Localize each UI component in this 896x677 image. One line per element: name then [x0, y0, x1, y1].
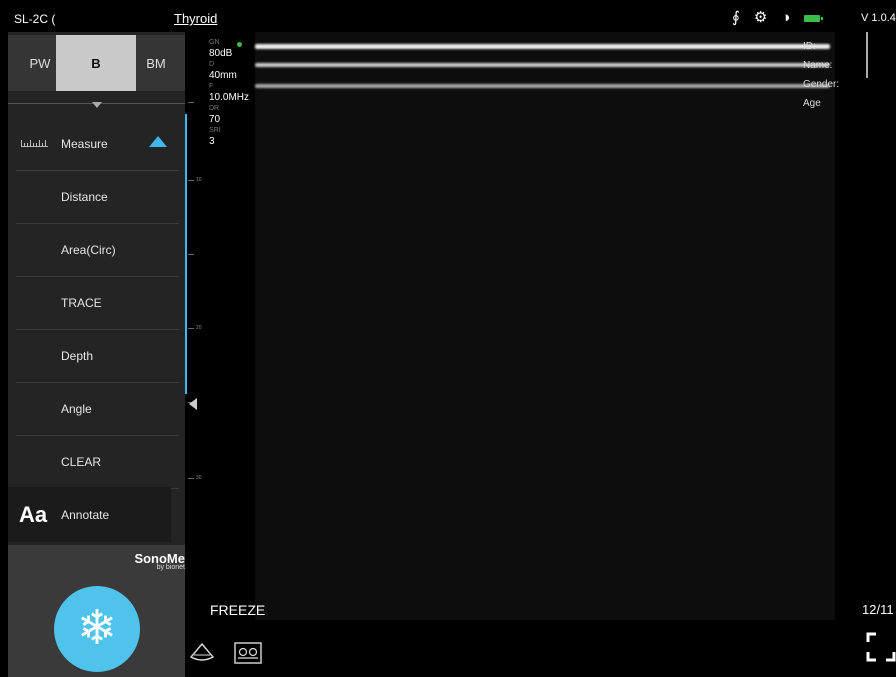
param-gn-value: 80dB [209, 48, 233, 59]
probe-selector[interactable]: SL-2C ( [14, 12, 55, 26]
tab-bm[interactable]: BM [136, 35, 176, 91]
text-icon: Aa [19, 501, 48, 527]
cine-icon[interactable] [233, 640, 263, 666]
menu-item-angle[interactable]: Angle [16, 383, 179, 436]
echo-line [255, 44, 830, 49]
param-sri-key: SRI [209, 127, 221, 134]
patient-id: ID: [803, 41, 816, 52]
scale-tick [188, 328, 194, 329]
param-gn-key: GN [209, 39, 220, 46]
top-bar: SL-2C ( Thyroid ∮ ⚙ ◑ V 1.0.4 [8, 6, 896, 32]
collapse-up-icon[interactable] [149, 136, 167, 147]
imaging-params: GN 80dB D 40mm F 10.0MHz DR 70 SRI 3 [209, 38, 249, 148]
param-d-key: D [209, 61, 215, 68]
ruler-icon [21, 140, 48, 147]
param-f-value: 10.0MHz [209, 92, 250, 103]
menu-item-distance[interactable]: Distance [16, 171, 179, 224]
version-label: V 1.0.4 [861, 12, 896, 24]
status-dot [237, 42, 242, 47]
scale-tick [188, 254, 194, 255]
measure-menu: Measure Distance Area(Circ) TRACE Depth … [16, 118, 179, 489]
fullscreen-icon[interactable] [866, 632, 896, 662]
menu-item-area-circ[interactable]: Area(Circ) [16, 224, 179, 277]
battery-icon [804, 14, 824, 22]
status-icons: ∮ ⚙ ◑ [732, 9, 824, 27]
param-sri-value: 3 [209, 136, 215, 147]
preset-selector[interactable]: Thyroid [174, 11, 217, 26]
menu-item-depth[interactable]: Depth [16, 330, 179, 383]
chevron-down-icon [92, 102, 102, 108]
param-dr-value: 70 [209, 114, 221, 125]
tab-pw[interactable]: PW [20, 35, 60, 91]
depth-scale: 10 20 30 [185, 32, 205, 612]
contrast-icon[interactable]: ◑ [781, 9, 790, 27]
param-f-key: F [209, 83, 214, 90]
annotate-label: Annotate [61, 507, 110, 522]
menu-item-clear[interactable]: CLEAR [16, 436, 179, 489]
freeze-button[interactable]: ❄ [54, 586, 140, 672]
ultrasound-app: SL-2C ( Thyroid ∮ ⚙ ◑ V 1.0.4 PW B BM Me… [0, 0, 896, 677]
patient-age: Age [803, 98, 821, 109]
scale-tick [188, 180, 194, 181]
scale-label: 20 [196, 325, 202, 331]
collapse-panel-icon[interactable] [189, 398, 197, 410]
menu-item-trace[interactable]: TRACE [16, 277, 179, 330]
bottom-panel: SonoMe by bionet ❄ [8, 545, 185, 677]
patient-name: Name: [803, 60, 833, 71]
tab-b[interactable]: B [56, 35, 136, 91]
snowflake-icon: ❄ [76, 602, 118, 655]
divider [866, 32, 868, 78]
patient-info: ID: Name: Gender: Age [803, 37, 839, 113]
person-icon[interactable]: ∮ [732, 9, 740, 27]
brand-logo: SonoMe by bionet [134, 551, 185, 571]
gear-icon[interactable]: ⚙ [754, 9, 767, 27]
ultrasound-image[interactable] [255, 32, 835, 620]
param-dr-key: DR [209, 105, 220, 112]
param-d-value: 40mm [209, 70, 237, 81]
mode-tabs: PW B BM [8, 35, 185, 91]
probe-icon[interactable] [188, 641, 216, 665]
scale-label: 30 [196, 475, 202, 481]
measure-header[interactable]: Measure [16, 118, 179, 171]
scale-tick [188, 478, 194, 479]
echo-line [255, 63, 830, 67]
annotate-button[interactable]: Aa Annotate [8, 487, 171, 542]
patient-gender: Gender: [803, 79, 840, 90]
measure-label: Measure [61, 137, 108, 151]
frame-counter: 12/11 [862, 602, 894, 617]
freeze-status: FREEZE [210, 602, 266, 618]
scale-bar [185, 114, 187, 394]
echo-line [255, 84, 830, 88]
scale-tick [188, 102, 194, 103]
scale-label: 10 [196, 177, 202, 183]
